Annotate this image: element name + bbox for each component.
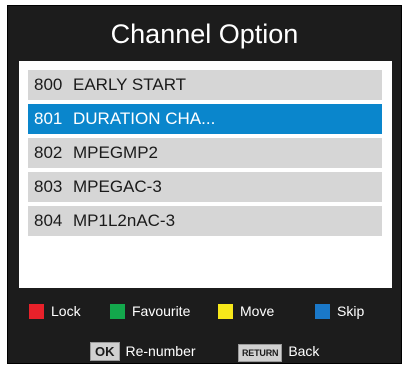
back-label: Back	[288, 343, 320, 359]
blue-key-icon	[315, 304, 330, 319]
renumber-action[interactable]: OK Re-number	[90, 341, 196, 361]
channel-number: 801	[34, 109, 63, 128]
channel-name: MPEGMP2	[73, 143, 159, 162]
channel-row[interactable]: 800 EARLY START	[28, 70, 382, 100]
renumber-label: Re-number	[125, 343, 196, 359]
move-label: Move	[240, 303, 275, 319]
skip-label: Skip	[337, 303, 365, 319]
favourite-label: Favourite	[132, 303, 191, 319]
channel-name: EARLY START	[73, 75, 187, 94]
color-key-legend: Lock Favourite Move Skip	[8, 300, 401, 322]
lock-label: Lock	[51, 303, 81, 319]
bottom-key-hints: OK Re-number RETURN Back	[8, 341, 401, 362]
dialog-title: Channel Option	[110, 19, 299, 49]
channel-number: 804	[34, 211, 63, 230]
channel-row[interactable]: 802 MPEGMP2	[28, 138, 382, 168]
return-key-icon: RETURN	[238, 344, 283, 362]
favourite-action[interactable]: Favourite	[110, 300, 190, 322]
channel-number: 800	[34, 75, 63, 94]
channel-number: 803	[34, 177, 63, 196]
channel-name: MPEGAC-3	[73, 177, 162, 196]
skip-action[interactable]: Skip	[315, 300, 364, 322]
channel-name: DURATION CHA...	[73, 109, 216, 128]
move-action[interactable]: Move	[218, 300, 274, 322]
yellow-key-icon	[218, 304, 233, 319]
channel-name: MP1L2nAC-3	[73, 211, 176, 230]
channel-row-selected[interactable]: 801 DURATION CHA...	[28, 104, 382, 134]
lock-action[interactable]: Lock	[29, 300, 81, 322]
red-key-icon	[29, 304, 44, 319]
ok-key-icon: OK	[90, 342, 120, 361]
channel-number: 802	[34, 143, 63, 162]
green-key-icon	[110, 304, 125, 319]
channel-row[interactable]: 804 MP1L2nAC-3	[28, 206, 382, 236]
back-action[interactable]: RETURN Back	[238, 341, 320, 362]
channel-option-dialog: Channel Option 800 EARLY START 801 DURATIO…	[7, 5, 402, 364]
channel-row[interactable]: 803 MPEGAC-3	[28, 172, 382, 202]
channel-list: 800 EARLY START 801 DURATION CHA... 802 MPE…	[19, 61, 392, 288]
